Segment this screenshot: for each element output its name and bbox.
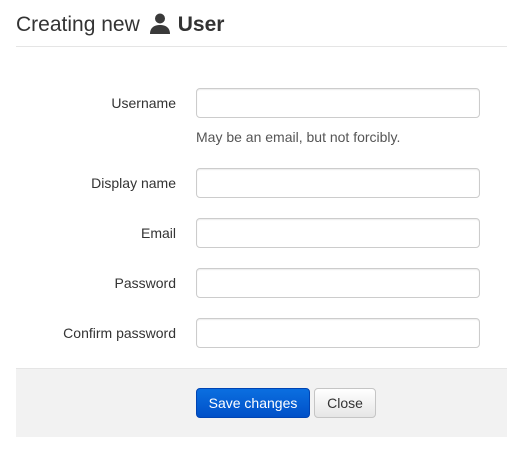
page-header: Creating new User: [16, 0, 507, 47]
user-create-form-page: Creating new User Username May be an emai…: [0, 0, 507, 449]
display-name-input[interactable]: [196, 168, 480, 198]
confirm-password-label: Confirm password: [63, 325, 176, 341]
title-entity: User: [177, 13, 225, 36]
user-icon: [148, 11, 172, 35]
email-input[interactable]: [196, 218, 480, 248]
confirm-password-input[interactable]: [196, 318, 480, 348]
username-row: Username: [0, 88, 507, 118]
email-label: Email: [140, 225, 176, 241]
username-input[interactable]: [196, 88, 480, 118]
username-help-text: May be an email, but not forcibly.: [196, 129, 401, 145]
username-label: Username: [111, 95, 176, 111]
title-prefix: Creating new: [16, 13, 140, 36]
password-label: Password: [114, 275, 176, 291]
page-title: Creating new User: [16, 11, 224, 39]
password-row: Password: [0, 268, 507, 298]
close-button[interactable]: Close: [314, 388, 376, 418]
save-changes-button[interactable]: Save changes: [196, 388, 310, 418]
display-name-label: Display name: [91, 175, 176, 191]
email-row: Email: [0, 218, 507, 248]
confirm-password-row: Confirm password: [0, 318, 507, 348]
form-actions: Save changes Close: [16, 368, 507, 437]
display-name-row: Display name: [0, 168, 507, 198]
password-input[interactable]: [196, 268, 480, 298]
